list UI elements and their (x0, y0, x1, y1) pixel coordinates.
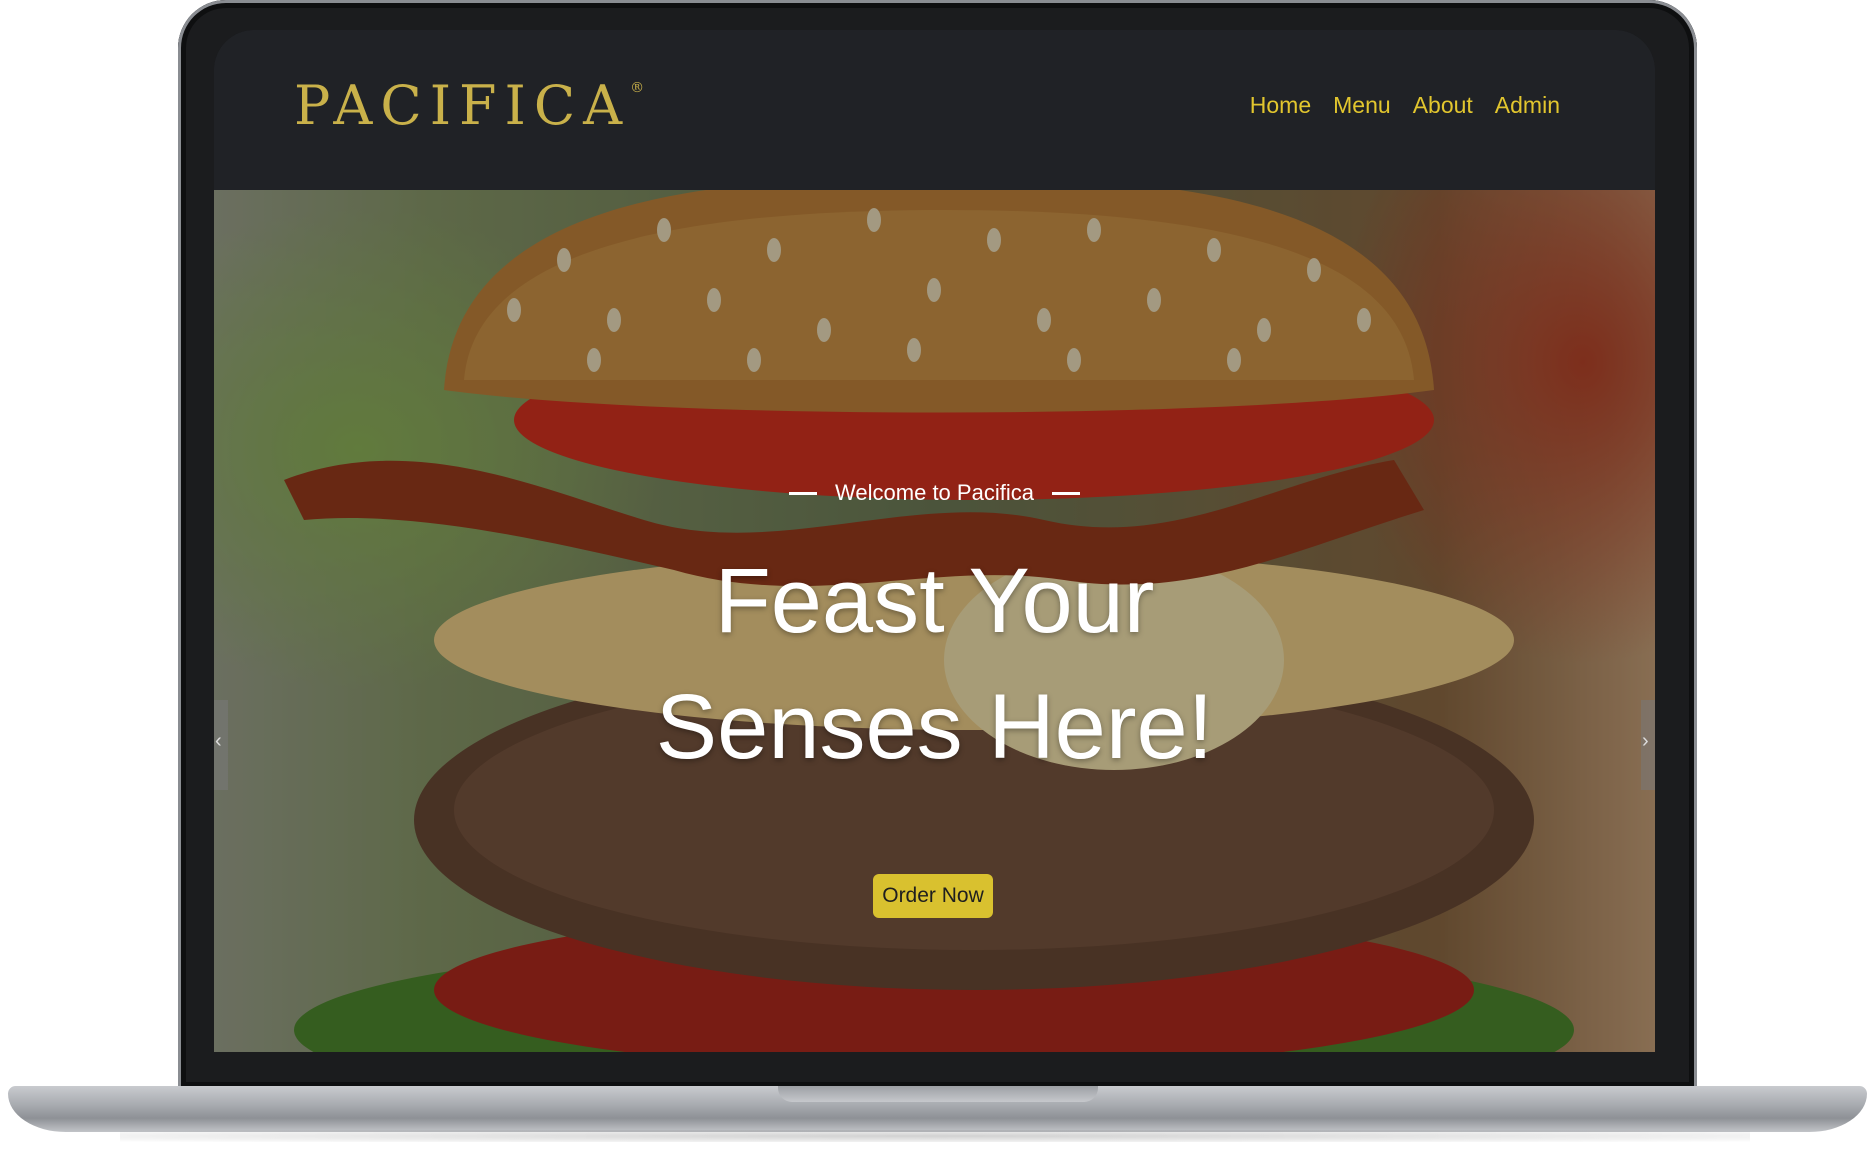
hero-headline: Feast Your Senses Here! (214, 538, 1655, 790)
laptop-mockup: PACIFICA® Home Menu About Admin ‹ › Welc… (0, 0, 1867, 1154)
tagline-dash-left (789, 491, 818, 495)
headline-line-2: Senses Here! (655, 676, 1214, 778)
order-now-button[interactable]: Order Now (873, 874, 993, 918)
laptop-screen: PACIFICA® Home Menu About Admin ‹ › Welc… (214, 30, 1655, 1052)
hero-content: Welcome to Pacifica Feast Your Senses He… (214, 190, 1655, 1052)
brand-logo[interactable]: PACIFICA® (294, 74, 644, 137)
laptop-shadow (120, 1130, 1750, 1142)
nav-admin[interactable]: Admin (1495, 92, 1560, 119)
hero-banner: ‹ › Welcome to Pacifica Feast Your Sense… (214, 190, 1655, 1052)
headline-line-1: Feast Your (714, 550, 1155, 652)
hero-tagline: Welcome to Pacifica (835, 480, 1034, 505)
registered-mark: ® (630, 80, 645, 96)
site-header: PACIFICA® Home Menu About Admin (214, 30, 1655, 190)
logo-text: PACIFICA (294, 74, 631, 137)
hero-tagline-row: Welcome to Pacifica (214, 480, 1655, 506)
nav-home[interactable]: Home (1250, 92, 1311, 119)
laptop-base-notch (778, 1086, 1098, 1102)
main-nav: Home Menu About Admin (1250, 92, 1560, 119)
nav-menu[interactable]: Menu (1333, 92, 1391, 119)
tagline-dash-right (1051, 491, 1080, 495)
nav-about[interactable]: About (1413, 92, 1473, 119)
